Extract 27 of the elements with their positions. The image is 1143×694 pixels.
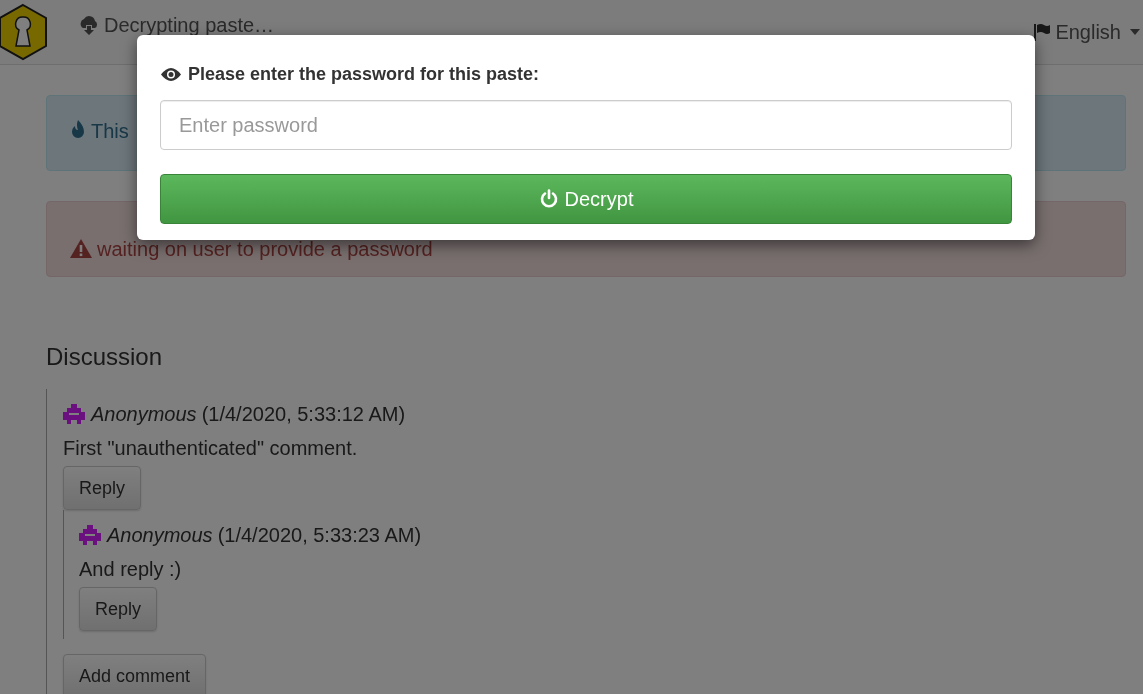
comment-date: (1/4/2020, 5:33:12 AM) <box>201 402 406 427</box>
language-menu[interactable]: English <box>1033 17 1141 47</box>
status-text: Decrypting paste… <box>104 13 275 38</box>
dialog-title: Please enter the password for this paste: <box>188 63 540 86</box>
reply-button[interactable]: Reply <box>63 466 142 510</box>
power-icon <box>538 189 559 209</box>
logo-icon[interactable] <box>0 3 48 61</box>
comment-text: And reply :) <box>79 557 182 582</box>
avatar-icon <box>63 404 85 424</box>
comment-date: (1/4/2020, 5:33:23 AM) <box>217 523 422 548</box>
alert-text: waiting on user to provide a password <box>97 238 433 260</box>
avatar-icon <box>79 525 101 545</box>
comment-author: Anonymous <box>91 402 197 427</box>
warning-icon <box>69 238 93 259</box>
section-heading: Discussion <box>46 342 164 372</box>
flag-icon <box>1033 23 1052 41</box>
add-comment-button[interactable]: Add comment <box>63 654 207 694</box>
fire-icon <box>69 120 87 140</box>
cloud-download-icon <box>78 15 100 35</box>
comment-author: Anonymous <box>107 523 213 548</box>
comment-text: First "unauthenticated" comment. <box>63 436 358 461</box>
decrypt-button[interactable]: Decrypt <box>160 174 1012 224</box>
caret-icon <box>1129 28 1141 36</box>
eye-icon <box>160 67 182 82</box>
reply-button[interactable]: Reply <box>79 587 158 631</box>
password-field[interactable]: Enter password <box>160 100 1012 150</box>
alert-text: This <box>91 120 129 142</box>
